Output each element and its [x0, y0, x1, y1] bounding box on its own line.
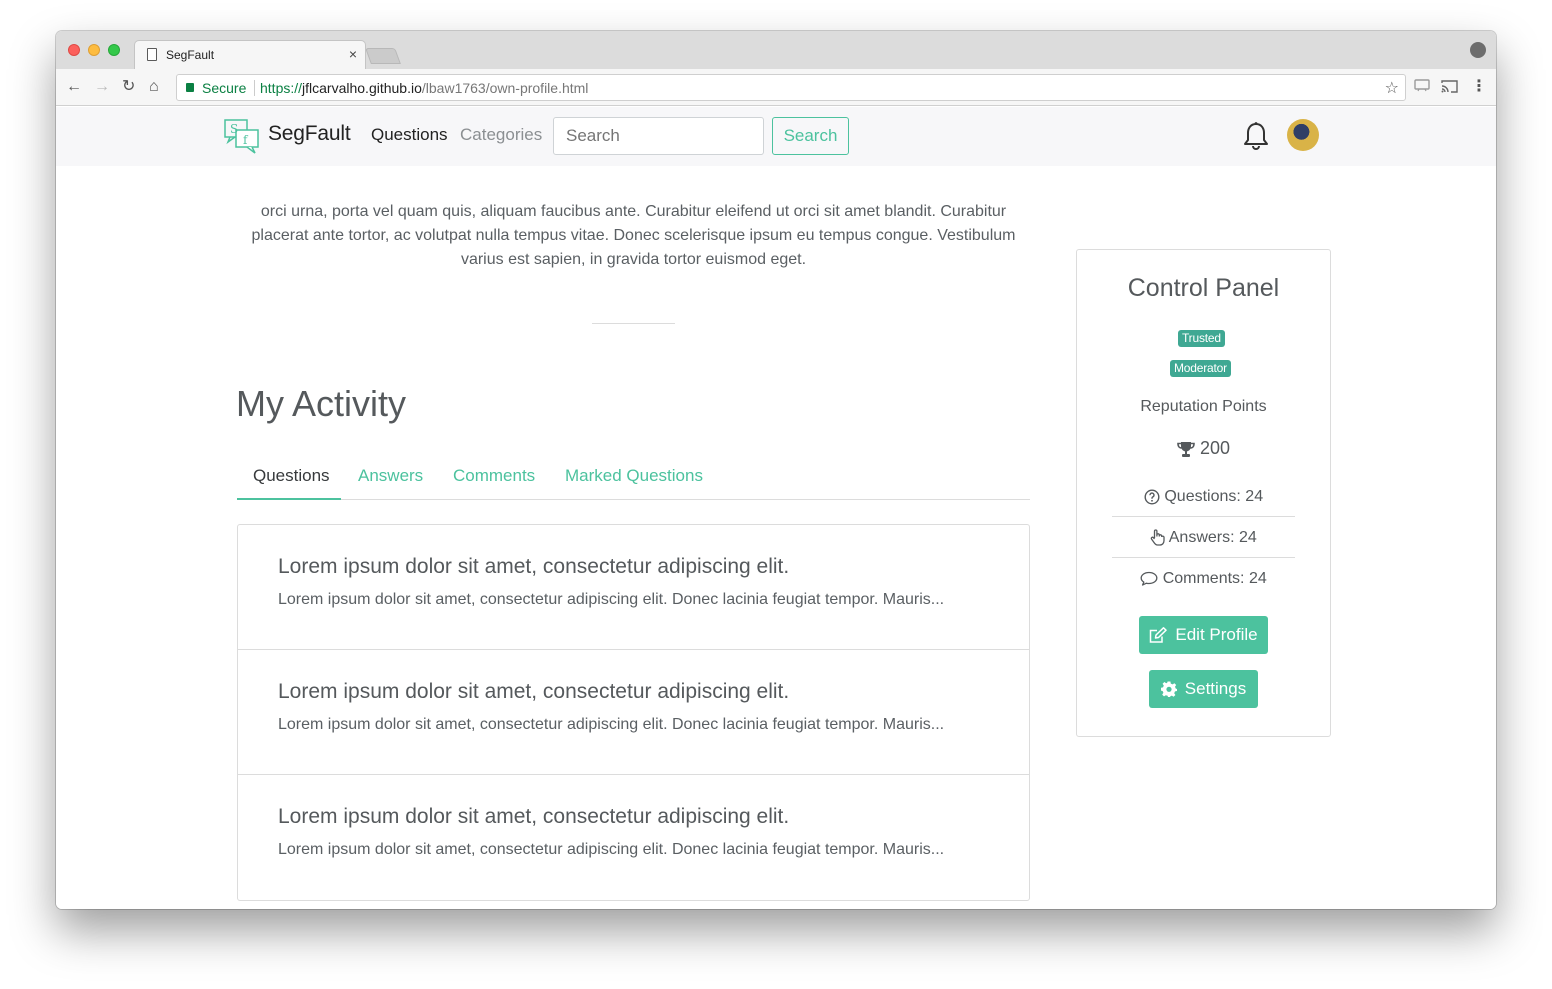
extension-icon[interactable] [1414, 78, 1430, 95]
omnibox[interactable]: Secure https://jflcarvalho.github.io/lba… [176, 74, 1406, 101]
control-panel: Control Panel Trusted Moderator Reputati… [1076, 249, 1331, 737]
notifications-bell-icon[interactable] [1243, 121, 1269, 151]
url-host: jflcarvalho.github.io [302, 80, 422, 96]
reputation-points: 200 [1077, 438, 1330, 459]
svg-text:S: S [230, 122, 238, 136]
page-viewport: S f SegFault Questions Categories Search… [56, 107, 1496, 909]
back-icon[interactable]: ← [66, 78, 82, 96]
stat-separator: : [1230, 529, 1235, 546]
question-excerpt: Lorem ipsum dolor sit amet, consectetur … [278, 591, 945, 608]
stat-separator: : [1240, 570, 1245, 587]
edit-icon [1150, 626, 1168, 643]
reputation-label: Reputation Points [1140, 398, 1267, 415]
question-title[interactable]: Lorem ipsum dolor sit amet, consectetur … [278, 679, 989, 705]
url-separator [254, 80, 255, 96]
question-title[interactable]: Lorem ipsum dolor sit amet, consectetur … [278, 804, 989, 830]
answers-stat-label: Answers [1168, 529, 1231, 546]
url-path: /lbaw1763/own-profile.html [421, 80, 589, 96]
nav-questions-link[interactable]: Questions [371, 125, 448, 145]
list-item[interactable]: Lorem ipsum dolor sit amet, consectetur … [238, 775, 1029, 900]
browser-menu-icon[interactable]: ⋮ [1471, 78, 1487, 96]
moderator-badge: Moderator [1170, 360, 1231, 377]
cast-icon[interactable] [1441, 79, 1458, 96]
search-input[interactable] [553, 117, 764, 155]
question-title[interactable]: Lorem ipsum dolor sit amet, consectetur … [278, 554, 989, 580]
site-navbar: S f SegFault Questions Categories Search [56, 107, 1496, 166]
comments-stat-label: Comments [1162, 570, 1241, 587]
questions-stat-label: Questions [1164, 488, 1237, 505]
segfault-logo-icon[interactable]: S f [224, 119, 260, 154]
profile-description: orci urna, porta vel quam quis, aliquam … [251, 203, 1016, 268]
tab-strip: SegFault × [56, 31, 1496, 69]
browser-profile-icon[interactable] [1470, 42, 1486, 58]
control-panel-title: Control Panel [1127, 274, 1280, 302]
close-window-button[interactable] [68, 44, 80, 56]
secure-label: Secure [202, 80, 247, 96]
nav-categories-link[interactable]: Categories [460, 125, 542, 145]
tab-comments[interactable]: Comments [453, 466, 535, 486]
url-scheme: https:// [260, 80, 303, 96]
trusted-badge: Trusted [1178, 330, 1225, 347]
settings-label: Settings [1184, 679, 1247, 698]
edit-profile-button[interactable]: Edit Profile [1139, 616, 1268, 654]
brand-name[interactable]: SegFault [268, 122, 351, 146]
settings-button[interactable]: Settings [1149, 670, 1258, 708]
answers-stat-value: 24 [1239, 529, 1257, 546]
gear-icon [1160, 681, 1177, 697]
questions-stat-value: 24 [1245, 488, 1264, 505]
list-item[interactable]: Lorem ipsum dolor sit amet, consectetur … [238, 525, 1029, 650]
url-text[interactable]: https://jflcarvalho.github.io/lbaw1763/o… [260, 80, 588, 96]
reload-icon[interactable]: ↻ [122, 78, 135, 96]
page-icon [147, 48, 157, 61]
tab-answers[interactable]: Answers [358, 466, 423, 486]
hand-pointer-icon [1150, 529, 1165, 546]
address-toolbar: ← → ↻ ⌂ Secure https://jflcarvalho.githu… [56, 69, 1496, 106]
search-button[interactable]: Search [772, 117, 849, 155]
active-tab-indicator [237, 498, 341, 500]
zoom-window-button[interactable] [108, 44, 120, 56]
trophy-icon [1177, 441, 1195, 457]
tab-close-icon[interactable]: × [349, 46, 357, 62]
tab-marked-questions[interactable]: Marked Questions [565, 466, 703, 486]
user-avatar[interactable] [1287, 119, 1319, 151]
browser-tab[interactable]: SegFault × [134, 40, 366, 69]
list-item[interactable]: Lorem ipsum dolor sit amet, consectetur … [238, 650, 1029, 775]
section-divider [592, 323, 675, 324]
edit-profile-label: Edit Profile [1175, 625, 1258, 644]
tab-title: SegFault [166, 48, 215, 62]
comments-stat: Comments: 24 [1112, 558, 1295, 599]
home-icon[interactable]: ⌂ [149, 78, 159, 96]
question-circle-icon [1144, 489, 1160, 505]
activity-tabs: Questions Answers Comments Marked Questi… [237, 460, 1030, 500]
reputation-value: 200 [1199, 438, 1231, 458]
question-list: Lorem ipsum dolor sit amet, consectetur … [237, 524, 1030, 901]
browser-window: SegFault × ← → ↻ ⌂ Secure https://jflcar… [56, 31, 1496, 909]
comments-stat-value: 24 [1248, 570, 1267, 587]
activity-title: My Activity [236, 383, 407, 424]
forward-icon[interactable]: → [94, 78, 110, 96]
bookmark-star-icon[interactable]: ☆ [1385, 78, 1399, 98]
lock-icon [186, 83, 194, 92]
question-excerpt: Lorem ipsum dolor sit amet, consectetur … [278, 716, 945, 733]
answers-stat: Answers: 24 [1112, 517, 1295, 558]
stat-separator: : [1236, 488, 1241, 505]
questions-stat: Questions: 24 [1112, 476, 1295, 517]
new-tab-button[interactable] [365, 48, 401, 64]
comment-icon [1140, 572, 1158, 586]
minimize-window-button[interactable] [88, 44, 100, 56]
question-excerpt: Lorem ipsum dolor sit amet, consectetur … [278, 841, 945, 858]
tab-questions[interactable]: Questions [253, 466, 330, 486]
